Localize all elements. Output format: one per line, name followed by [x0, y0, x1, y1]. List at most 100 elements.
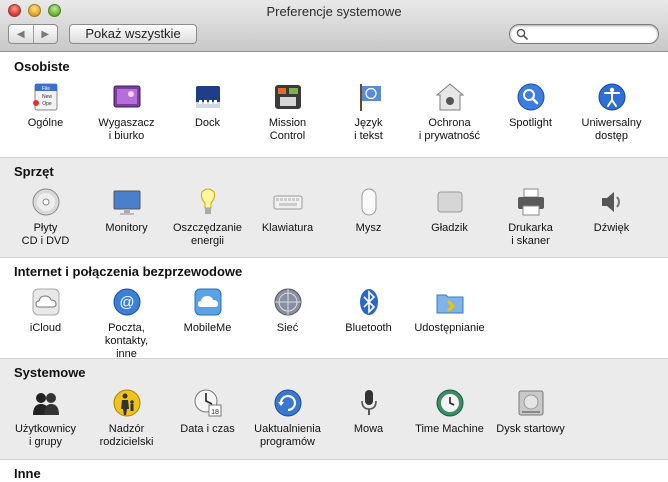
pref-pane-network[interactable]: Sieć — [247, 286, 328, 335]
back-arrow-icon: ◀ — [16, 28, 25, 40]
pref-pane-bluetooth[interactable]: Bluetooth — [328, 286, 409, 335]
pref-pane-language-text[interactable]: Język i tekst — [328, 81, 409, 143]
pref-pane-general[interactable]: File New Ope Ogólne — [5, 81, 86, 130]
pref-pane-parental-controls[interactable]: Nadzór rodzicielski — [86, 387, 167, 449]
pane-grid: iCloud @ Poczta, kontakty, inne MobileMe Sie… — [5, 286, 665, 360]
pref-pane-label: Data i czas — [180, 423, 235, 435]
pref-pane-spotlight[interactable]: Spotlight — [490, 81, 571, 130]
back-forward-control: ◀ ▶ — [8, 24, 58, 44]
pref-pane-startup-disk[interactable]: Dysk startowy — [490, 387, 571, 436]
pref-pane-users-groups[interactable]: Użytkownicy i grupy — [5, 387, 86, 449]
section-personal: Osobiste File New Ope Ogólne Wygaszacz i biu… — [0, 53, 668, 157]
section-hardware: Sprzęt Płyty CD i DVD Monitory Oszczędzani… — [0, 157, 668, 257]
software-update-icon — [274, 389, 301, 417]
pref-pane-label: Ogólne — [27, 117, 64, 129]
pref-pane-label: Uaktualnienia programów — [254, 423, 321, 448]
pref-pane-label: MobileMe — [183, 322, 232, 334]
general-icon: File NewOpe — [32, 83, 57, 111]
users-groups-icon — [32, 393, 59, 415]
pref-pane-desktop-screensaver[interactable]: Wygaszacz i biurko — [86, 81, 167, 143]
section-other: Inne — [0, 459, 668, 482]
pref-pane-label: Wygaszacz i biurko — [98, 117, 155, 142]
pref-pane-label: Drukarka i skaner — [508, 222, 553, 247]
pref-pane-icloud[interactable]: iCloud — [5, 286, 86, 335]
pref-pane-sharing[interactable]: Udostępnianie — [409, 286, 490, 335]
pref-pane-mail-contacts[interactable]: @ Poczta, kontakty, inne — [86, 286, 167, 361]
pref-pane-label: Język i tekst — [354, 117, 383, 142]
icloud-icon — [32, 288, 59, 316]
pref-pane-mouse[interactable]: Mysz — [328, 186, 409, 235]
forward-arrow-icon: ▶ — [41, 28, 50, 40]
svg-text:@: @ — [119, 294, 134, 311]
pref-pane-keyboard[interactable]: Klawiatura — [247, 186, 328, 235]
pref-pane-displays[interactable]: Monitory — [86, 186, 167, 235]
pref-pane-printer-scanner[interactable]: Drukarka i skaner — [490, 186, 571, 248]
sound-icon — [601, 192, 620, 212]
pref-pane-date-time[interactable]: 18 Data i czas — [167, 387, 248, 436]
pref-pane-energy-saver[interactable]: Oszczędzanie energii — [167, 186, 248, 248]
pref-pane-security-privacy[interactable]: Ochrona i prywatność — [409, 81, 490, 143]
pane-grid: Użytkownicy i grupy Nadzór rodzicielski 18… — [5, 387, 665, 457]
language-text-icon — [359, 84, 381, 111]
pref-pane-trackpad[interactable]: Gładzik — [409, 186, 490, 235]
pref-pane-label: iCloud — [29, 322, 62, 334]
search-input[interactable] — [532, 28, 652, 40]
pref-pane-label: Gładzik — [431, 222, 468, 234]
section-internet-wireless: Internet i połączenia bezprzewodowe iClo… — [0, 257, 668, 360]
pref-pane-mission-control[interactable]: Mission Control — [247, 81, 328, 143]
energy-saver-icon — [200, 188, 215, 214]
sharing-icon — [436, 294, 463, 314]
pref-pane-label: Dock — [194, 117, 221, 129]
section-title: Internet i połączenia bezprzewodowe — [14, 264, 243, 279]
pref-pane-label: Dysk startowy — [496, 423, 565, 435]
section-title: Sprzęt — [14, 164, 54, 179]
network-icon — [274, 288, 301, 316]
pref-pane-label: Nadzór rodzicielski — [99, 423, 154, 448]
desktop-screensaver-icon — [113, 85, 140, 108]
pref-pane-label: Oszczędzanie energii — [172, 222, 243, 247]
pref-pane-label: Płyty CD i DVD — [21, 222, 70, 247]
pref-pane-speech[interactable]: Mowa — [328, 387, 409, 436]
window-toolbar: Preferencje systemowe ◀ ▶ Pokaż wszystki… — [0, 0, 668, 52]
pref-pane-label: Spotlight — [509, 117, 552, 129]
search-field[interactable] — [509, 24, 659, 44]
date-time-icon: 18 — [194, 389, 221, 417]
forward-button[interactable]: ▶ — [32, 25, 58, 43]
svg-text:18: 18 — [211, 409, 219, 416]
mail-contacts-icon: @ — [113, 288, 140, 316]
pref-pane-universal-access[interactable]: Uniwersalny dostęp — [571, 81, 652, 143]
pref-pane-label: Time Machine — [415, 423, 484, 435]
speech-icon — [360, 390, 377, 415]
mission-control-icon — [274, 85, 301, 109]
svg-text:File: File — [41, 86, 49, 92]
back-button[interactable]: ◀ — [9, 25, 33, 43]
pref-pane-label: Uniwersalny dostęp — [581, 117, 642, 142]
pref-pane-label: Sieć — [276, 322, 299, 334]
pref-pane-label: Poczta, kontakty, inne — [104, 322, 149, 360]
window-title: Preferencje systemowe — [266, 4, 402, 19]
pref-pane-label: Dźwięk — [593, 222, 630, 234]
svg-text:Ope: Ope — [42, 101, 52, 107]
parental-controls-icon — [113, 389, 140, 417]
startup-disk-icon — [518, 390, 543, 416]
pref-pane-label: Bluetooth — [345, 322, 392, 334]
spotlight-icon — [517, 83, 544, 111]
pref-pane-label: Klawiatura — [261, 222, 314, 234]
pref-pane-mobileme[interactable]: MobileMe — [167, 286, 248, 335]
pref-pane-label: Ochrona i prywatność — [418, 117, 481, 142]
cd-dvd-icon — [32, 188, 59, 216]
pref-pane-label: Udostępnianie — [414, 322, 485, 334]
pref-pane-dock[interactable]: Dock — [167, 81, 248, 130]
pane-grid: File New Ope Ogólne Wygaszacz i biurko Dock Mi… — [5, 81, 665, 151]
universal-access-icon — [598, 83, 625, 111]
show-all-button[interactable]: Pokaż wszystkie — [69, 24, 197, 44]
pref-pane-sound[interactable]: Dźwięk — [571, 186, 652, 235]
displays-icon — [113, 190, 140, 215]
pref-pane-time-machine[interactable]: Time Machine — [409, 387, 490, 436]
time-machine-icon — [436, 389, 463, 417]
dock-icon — [195, 86, 220, 108]
section-title: Osobiste — [14, 59, 70, 74]
pref-pane-label: Monitory — [105, 222, 148, 234]
pref-pane-cd-dvd[interactable]: Płyty CD i DVD — [5, 186, 86, 248]
pref-pane-software-update[interactable]: Uaktualnienia programów — [247, 387, 328, 449]
